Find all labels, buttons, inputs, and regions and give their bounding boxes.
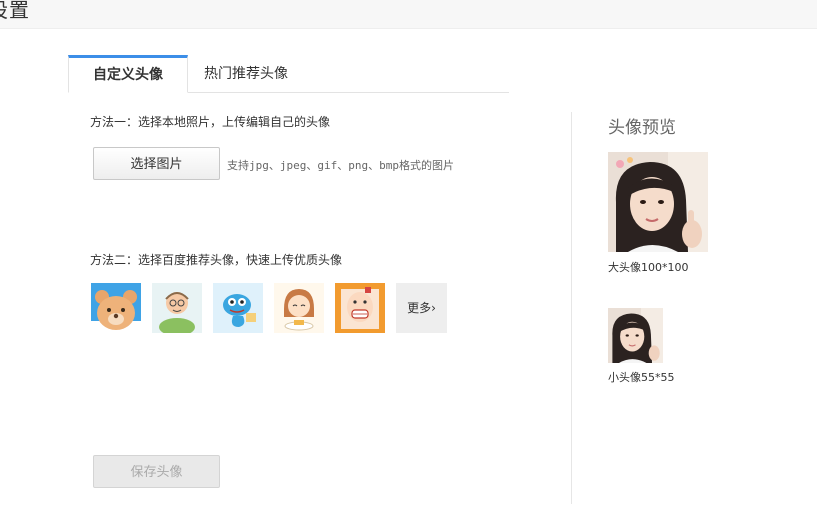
bald-man-avatar[interactable] [335,283,385,333]
method-one-label: 方法一：选择本地照片，上传编辑自己的头像 [90,115,331,129]
select-image-button[interactable]: 选择图片 [93,147,220,180]
tab-recommended-avatar[interactable]: 热门推荐头像 [204,56,288,92]
more-label: 更多 [407,301,432,315]
more-avatars-button[interactable]: 更多› [396,283,447,333]
bear-avatar[interactable] [91,283,141,333]
large-avatar-caption: 大头像100*100 [608,261,689,274]
format-hint: 支持jpg、jpeg、gif、png、bmp格式的图片 [227,159,454,172]
preview-title: 头像预览 [608,118,676,138]
grandpa-avatar[interactable] [152,283,202,333]
blue-fish-avatar[interactable] [213,283,263,333]
small-avatar-preview [608,308,663,363]
page-title: 设置 [0,0,30,22]
small-avatar-caption: 小头像55*55 [608,371,675,384]
large-avatar-preview [608,152,708,252]
save-avatar-button[interactable]: 保存头像 [93,455,220,488]
top-bar: 设置 [0,0,817,29]
chevron-right-icon: › [431,301,436,315]
tab-custom-avatar[interactable]: 自定义头像 [68,55,188,93]
tab-bar: 自定义头像 热门推荐头像 [68,55,509,93]
vertical-divider [571,112,572,504]
method-two-label: 方法二：选择百度推荐头像，快速上传优质头像 [90,253,343,267]
girl-eating-avatar[interactable] [274,283,324,333]
